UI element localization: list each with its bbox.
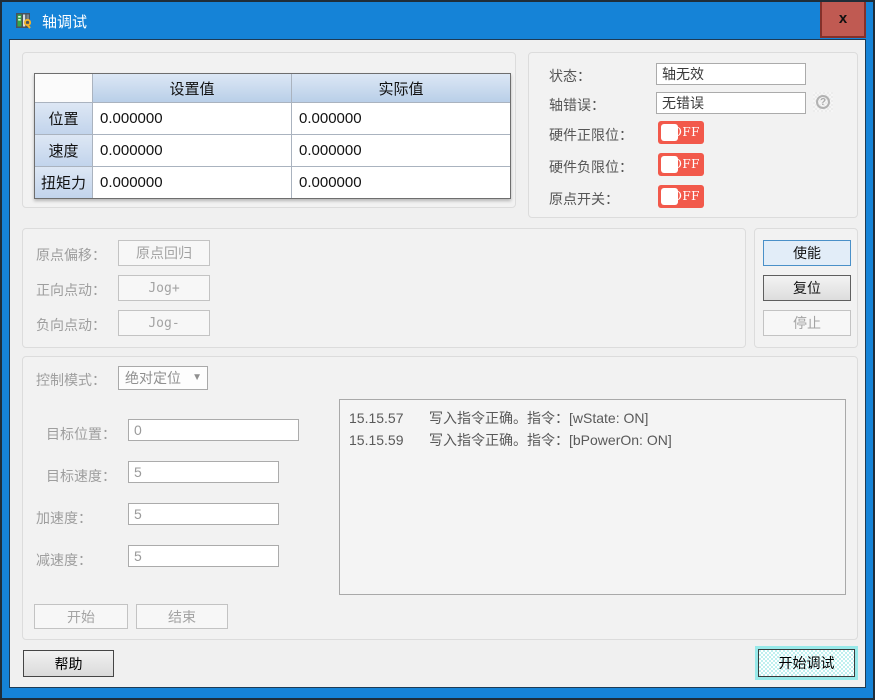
jog-group: 原点偏移： 原点回归 正向点动： Jog+ 负向点动： Jog- — [22, 228, 746, 348]
axis-error-label: 轴错误： — [549, 95, 605, 115]
table-row-header-position: 位置 — [35, 103, 92, 134]
log-message: 写入指令正确。指令：[wState: ON] — [429, 407, 648, 429]
control-mode-select[interactable]: 绝对定位 ▼ — [118, 366, 208, 390]
log-time: 15.15.57 — [349, 407, 429, 429]
start-button[interactable]: 开始 — [34, 604, 128, 629]
control-mode-label: 控制模式： — [36, 370, 106, 390]
table-row-header-torque: 扭矩力 — [35, 167, 92, 198]
target-position-input[interactable] — [128, 419, 299, 441]
table-cell: 0.000000 — [292, 167, 510, 198]
status-group: 状态： 轴错误： ? 硬件正限位： OFF 硬件负限位： OFF 原点开关： O… — [528, 52, 858, 218]
toggle-state-label: OFF — [672, 125, 700, 139]
stop-button[interactable]: 停止 — [763, 310, 851, 336]
target-speed-input[interactable] — [128, 461, 279, 483]
table-row-header-speed: 速度 — [35, 135, 92, 166]
state-label: 状态： — [549, 66, 591, 86]
table-header-actual: 实际值 — [292, 74, 510, 102]
table-cell: 0.000000 — [292, 103, 510, 134]
deceleration-label: 减速度： — [36, 550, 92, 570]
origin-switch-toggle[interactable]: OFF — [658, 185, 704, 208]
axis-error-field[interactable] — [656, 92, 806, 114]
command-log[interactable]: 15.15.57 写入指令正确。指令：[wState: ON] 15.15.59… — [339, 399, 846, 595]
toggle-state-label: OFF — [672, 189, 700, 203]
chevron-down-icon: ▼ — [192, 372, 202, 383]
table-cell: 0.000000 — [292, 135, 510, 166]
hw-negative-limit-toggle[interactable]: OFF — [658, 153, 704, 176]
log-entry: 15.15.59 写入指令正确。指令：[bPowerOn: ON] — [349, 429, 836, 451]
acceleration-label: 加速度： — [36, 508, 92, 528]
log-message: 写入指令正确。指令：[bPowerOn: ON] — [429, 429, 672, 451]
error-help-icon[interactable]: ? — [813, 92, 833, 112]
table-cell: 0.000000 — [93, 167, 291, 198]
hw-positive-limit-toggle[interactable]: OFF — [658, 121, 704, 144]
command-group: 使能 复位 停止 — [754, 228, 858, 348]
target-speed-label: 目标速度： — [46, 466, 116, 486]
acceleration-input[interactable] — [128, 503, 279, 525]
jog-forward-label: 正向点动： — [36, 280, 106, 300]
jog-plus-button[interactable]: Jog+ — [118, 275, 210, 301]
hw-positive-limit-label: 硬件正限位： — [549, 125, 633, 145]
titlebar: 轴调试 x — [2, 2, 873, 39]
state-field[interactable] — [656, 63, 806, 85]
table-header-set: 设置值 — [93, 74, 291, 102]
table-corner-cell — [35, 74, 92, 102]
reset-button[interactable]: 复位 — [763, 275, 851, 301]
motion-group: 控制模式： 绝对定位 ▼ 目标位置： 目标速度： 加速度： 减速度： 15.15… — [22, 356, 858, 640]
origin-return-button[interactable]: 原点回归 — [118, 240, 210, 266]
window-title: 轴调试 — [42, 11, 87, 32]
origin-switch-label: 原点开关： — [549, 189, 619, 209]
help-button[interactable]: 帮助 — [23, 650, 114, 677]
client-area: 设置值 实际值 位置 0.000000 0.000000 速度 0.000000… — [9, 39, 866, 688]
app-icon — [16, 12, 33, 29]
jog-minus-button[interactable]: Jog- — [118, 310, 210, 336]
enable-button[interactable]: 使能 — [763, 240, 851, 266]
table-cell: 0.000000 — [93, 103, 291, 134]
control-mode-value: 绝对定位 — [125, 368, 181, 388]
hw-negative-limit-label: 硬件负限位： — [549, 157, 633, 177]
values-group: 设置值 实际值 位置 0.000000 0.000000 速度 0.000000… — [22, 52, 516, 208]
values-table: 设置值 实际值 位置 0.000000 0.000000 速度 0.000000… — [34, 73, 511, 199]
close-button[interactable]: x — [820, 2, 866, 38]
log-entry: 15.15.57 写入指令正确。指令：[wState: ON] — [349, 407, 836, 429]
deceleration-input[interactable] — [128, 545, 279, 567]
end-button[interactable]: 结束 — [136, 604, 228, 629]
axis-debug-window: 轴调试 x 设置值 实际值 位置 0.000000 0.000000 速度 0.… — [0, 0, 875, 700]
log-time: 15.15.59 — [349, 429, 429, 451]
table-cell: 0.000000 — [93, 135, 291, 166]
origin-offset-label: 原点偏移： — [36, 245, 106, 265]
jog-backward-label: 负向点动： — [36, 315, 106, 335]
toggle-state-label: OFF — [672, 157, 700, 171]
target-position-label: 目标位置： — [46, 424, 116, 444]
start-debug-button[interactable]: 开始调试 — [758, 649, 855, 677]
